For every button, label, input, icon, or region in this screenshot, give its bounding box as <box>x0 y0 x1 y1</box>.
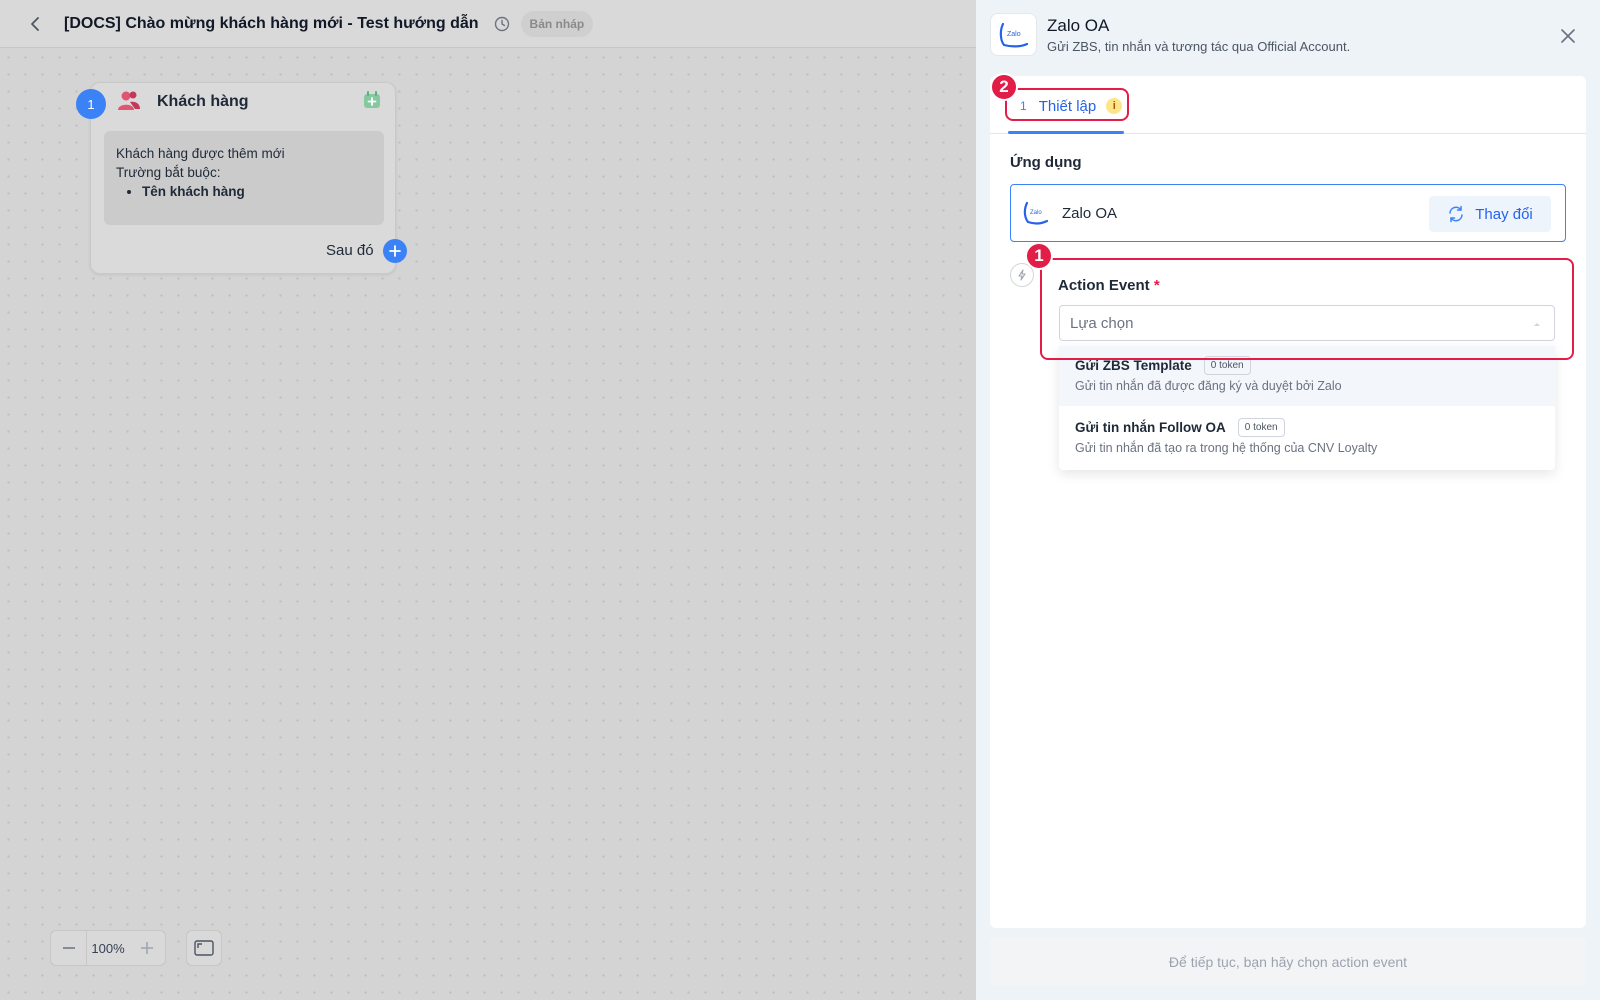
required-marker: * <box>1153 277 1160 294</box>
option-description: Gửi tin nhắn đã tạo ra trong hệ thống củ… <box>1075 441 1378 455</box>
dropdown-option-follow-oa[interactable]: Gửi tin nhắn Follow OA 0 token Gửi tin n… <box>1059 408 1555 468</box>
action-event-dropdown: Gửi ZBS Template 0 token Gửi tin nhắn đã… <box>1059 346 1555 470</box>
info-icon: i <box>1106 98 1123 114</box>
tab-setup[interactable]: 1 Thiết lập i <box>1008 90 1124 122</box>
top-bar: [DOCS] Chào mừng khách hàng mới - Test h… <box>0 0 976 48</box>
plus-icon <box>141 942 153 954</box>
close-icon <box>1561 29 1575 43</box>
users-icon <box>118 91 140 110</box>
footer-hint: Để tiếp tục, bạn hãy chọn action event <box>1168 954 1408 970</box>
history-button[interactable] <box>493 15 511 33</box>
page-title: [DOCS] Chào mừng khách hàng mới - Test h… <box>64 14 479 32</box>
token-badge: 0 token <box>1237 418 1285 437</box>
zoom-control: 100% <box>50 930 166 966</box>
action-event-select[interactable]: Lựa chọn <box>1059 305 1555 341</box>
add-step-button[interactable] <box>383 239 407 263</box>
selected-app-name: Zalo OA <box>1062 204 1118 222</box>
zalo-logo-icon: Zalo <box>1023 201 1049 225</box>
then-label: Sau đó <box>326 242 374 259</box>
tab-bar: 1 Thiết lập i <box>990 76 1586 134</box>
token-badge: 0 token <box>1203 356 1251 375</box>
tab-active-indicator <box>1008 131 1124 134</box>
node-title: Khách hàng <box>157 93 249 110</box>
clock-icon <box>494 16 509 31</box>
back-button[interactable] <box>22 10 50 38</box>
dropdown-option-zbs-template[interactable]: Gửi ZBS Template 0 token Gửi tin nhắn đã… <box>1059 346 1555 406</box>
app-description: Gửi ZBS, tin nhắn và tương tác qua Offic… <box>1047 39 1351 54</box>
panel-footer: Để tiếp tục, bạn hãy chọn action event <box>990 938 1586 986</box>
node-required-label: Trường bắt buộc: <box>116 165 221 180</box>
node-description: Khách hàng được thêm mới Trường bắt buộc… <box>104 131 384 225</box>
action-event-label: Action Event * <box>1058 277 1160 294</box>
annotation-badge-2: 2 <box>990 73 1018 101</box>
settings-card: 1 Thiết lập i Ứng dụng Zalo Zalo OA Thay… <box>990 76 1586 928</box>
select-placeholder: Lựa chọn <box>1070 314 1134 332</box>
caret-up-icon <box>1534 323 1540 326</box>
section-label-app: Ứng dụng <box>1010 154 1082 171</box>
required-field-item: Tên khách hàng <box>142 182 372 201</box>
settings-panel: Zalo Zalo OA Gửi ZBS, tin nhắn và tương … <box>976 0 1600 1000</box>
minus-icon <box>62 947 75 949</box>
zalo-logo-text: Zalo <box>1030 210 1042 216</box>
tab-label: Thiết lập <box>1038 97 1097 115</box>
zoom-out-button[interactable] <box>51 931 87 965</box>
zalo-logo-icon: Zalo <box>990 13 1037 56</box>
panel-header: Zalo Zalo OA Gửi ZBS, tin nhắn và tương … <box>976 0 1600 70</box>
zoom-in-button[interactable] <box>129 931 165 965</box>
node-event-text: Khách hàng được thêm mới <box>116 146 285 161</box>
tab-step-number: 1 <box>1020 99 1027 113</box>
option-description: Gửi tin nhắn đã được đăng ký và duyệt bở… <box>1075 379 1342 393</box>
option-title: Gửi tin nhắn Follow OA <box>1075 420 1226 435</box>
chevron-left-icon <box>31 16 39 31</box>
fit-screen-icon <box>194 940 214 956</box>
change-app-label: Thay đổi <box>1475 205 1533 223</box>
action-event-text: Action Event <box>1058 277 1150 294</box>
zoom-level: 100% <box>91 940 125 956</box>
required-fields-list: Tên khách hàng <box>142 182 372 201</box>
change-app-button[interactable]: Thay đổi <box>1429 196 1551 232</box>
selected-app-box: Zalo Zalo OA Thay đổi <box>1010 184 1566 242</box>
app-name: Zalo OA <box>1047 16 1110 35</box>
close-button[interactable] <box>1558 26 1578 46</box>
plus-icon <box>389 245 401 257</box>
fit-view-button[interactable] <box>186 930 222 966</box>
status-badge: Bản nháp <box>520 10 594 37</box>
annotation-badge-1: 1 <box>1025 242 1053 270</box>
zalo-logo-text: Zalo <box>1007 31 1021 38</box>
option-title: Gửi ZBS Template <box>1075 358 1192 373</box>
node-step-number: 1 <box>76 89 106 119</box>
refresh-icon <box>1449 205 1463 223</box>
calendar-add-icon <box>364 91 380 108</box>
